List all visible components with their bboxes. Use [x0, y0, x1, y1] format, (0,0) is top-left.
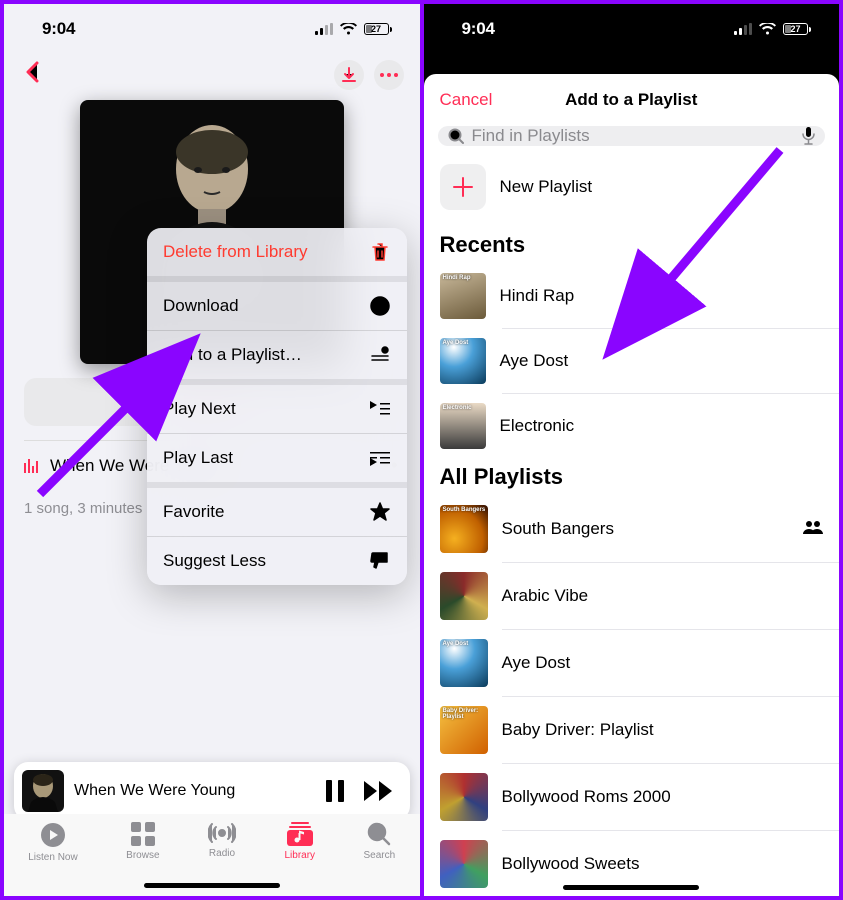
status-bar: 9:04 27 — [4, 4, 420, 54]
shared-icon — [803, 520, 823, 539]
more-button[interactable] — [374, 60, 404, 90]
nav-bar — [4, 54, 420, 100]
playing-animation-icon — [24, 459, 38, 473]
playlist-row[interactable]: Baby Driver: Playlist Baby Driver: Playl… — [424, 697, 840, 763]
playlist-title: Electronic — [500, 416, 824, 436]
battery-icon: 27 — [783, 23, 811, 35]
playlist-art — [440, 773, 488, 821]
playlist-art: Baby Driver: Playlist — [440, 706, 488, 754]
plus-icon — [452, 176, 474, 198]
cellular-icon — [315, 23, 333, 35]
download-circle-icon — [369, 295, 391, 317]
tab-library[interactable]: Library — [284, 822, 315, 896]
playlist-title: Bollywood Sweets — [502, 854, 824, 874]
playlist-art — [440, 572, 488, 620]
tab-listen-now[interactable]: Listen Now — [28, 822, 77, 896]
sheet-title: Add to a Playlist — [565, 90, 697, 110]
now-playing-art — [22, 770, 64, 812]
playlist-title: Hindi Rap — [500, 286, 824, 306]
play-next-icon — [369, 398, 391, 420]
menu-delete-from-library[interactable]: Delete from Library — [147, 228, 407, 282]
status-time: 9:04 — [42, 19, 75, 39]
new-playlist-button[interactable] — [440, 164, 486, 210]
play-last-icon — [369, 447, 391, 469]
now-playing-bar[interactable]: When We Were Young — [14, 762, 410, 820]
wifi-icon — [759, 23, 776, 35]
thumbs-down-icon — [369, 550, 391, 572]
pause-button[interactable] — [326, 780, 344, 802]
section-all-playlists: All Playlists — [424, 458, 840, 496]
playlist-art: Electronic — [440, 403, 486, 449]
dictation-icon[interactable] — [802, 127, 815, 145]
trash-icon — [369, 241, 391, 263]
sheet-add-to-playlist: Cancel Add to a Playlist New Playlist Re… — [424, 74, 840, 896]
star-icon — [369, 501, 391, 523]
playlist-title: Baby Driver: Playlist — [502, 720, 824, 740]
playlist-title: Arabic Vibe — [502, 586, 824, 606]
playlist-art: Aye Dost — [440, 338, 486, 384]
playlist-art: Aye Dost — [440, 639, 488, 687]
status-indicators: 27 — [734, 23, 811, 35]
context-menu: Delete from Library Download Add to a Pl… — [147, 228, 407, 585]
home-indicator[interactable] — [563, 885, 699, 890]
download-button[interactable] — [334, 60, 364, 90]
home-indicator[interactable] — [144, 883, 280, 888]
all-playlists-list: South Bangers South Bangers Arabic Vibe … — [424, 496, 840, 896]
new-playlist-label: New Playlist — [500, 177, 593, 197]
tab-search[interactable]: Search — [364, 822, 396, 896]
menu-suggest-less[interactable]: Suggest Less — [147, 537, 407, 585]
playlist-art — [440, 840, 488, 888]
battery-level: 27 — [371, 24, 381, 34]
status-time: 9:04 — [462, 19, 495, 39]
status-indicators: 27 — [315, 23, 392, 35]
playlist-title: Aye Dost — [502, 653, 824, 673]
menu-play-next[interactable]: Play Next — [147, 385, 407, 434]
add-to-playlist-icon — [369, 344, 391, 366]
playlist-row[interactable]: Aye Dost Aye Dost — [424, 329, 840, 393]
search-icon — [448, 128, 464, 144]
playlist-row[interactable]: Bollywood Roms 2000 — [424, 764, 840, 830]
menu-download[interactable]: Download — [147, 282, 407, 331]
section-recents: Recents — [424, 226, 840, 264]
status-bar: 9:04 27 — [424, 4, 840, 54]
playlist-row[interactable]: Electronic Electronic — [424, 394, 840, 458]
playlist-art: South Bangers — [440, 505, 488, 553]
menu-add-to-playlist[interactable]: Add to a Playlist… — [147, 331, 407, 385]
menu-favorite[interactable]: Favorite — [147, 488, 407, 537]
back-button[interactable] — [20, 61, 45, 90]
playlist-art: Hindi Rap — [440, 273, 486, 319]
playlist-row[interactable]: Hindi Rap Hindi Rap — [424, 264, 840, 328]
menu-play-last[interactable]: Play Last — [147, 434, 407, 488]
battery-level: 27 — [790, 24, 800, 34]
search-input[interactable] — [472, 126, 795, 146]
now-playing-title: When We Were Young — [74, 782, 316, 800]
phone-right: 9:04 27 Cancel Add to a Playlist New Pla… — [424, 4, 840, 896]
cancel-button[interactable]: Cancel — [440, 90, 493, 110]
recents-list: Hindi Rap Hindi Rap Aye Dost Aye Dost El… — [424, 264, 840, 458]
sheet-header: Cancel Add to a Playlist — [424, 74, 840, 126]
wifi-icon — [340, 23, 357, 35]
playlist-row[interactable]: Aye Dost Aye Dost — [424, 630, 840, 696]
playlist-row[interactable]: South Bangers South Bangers — [424, 496, 840, 562]
playlist-title: South Bangers — [502, 519, 790, 539]
new-playlist-row[interactable]: New Playlist — [424, 160, 840, 226]
playlist-title: Aye Dost — [500, 351, 824, 371]
playlist-title: Bollywood Roms 2000 — [502, 787, 824, 807]
next-button[interactable] — [364, 781, 394, 801]
phone-left: 9:04 27 — [4, 4, 424, 896]
cellular-icon — [734, 23, 752, 35]
playlist-row[interactable]: Arabic Vibe — [424, 563, 840, 629]
search-bar[interactable] — [438, 126, 826, 146]
battery-icon: 27 — [364, 23, 392, 35]
